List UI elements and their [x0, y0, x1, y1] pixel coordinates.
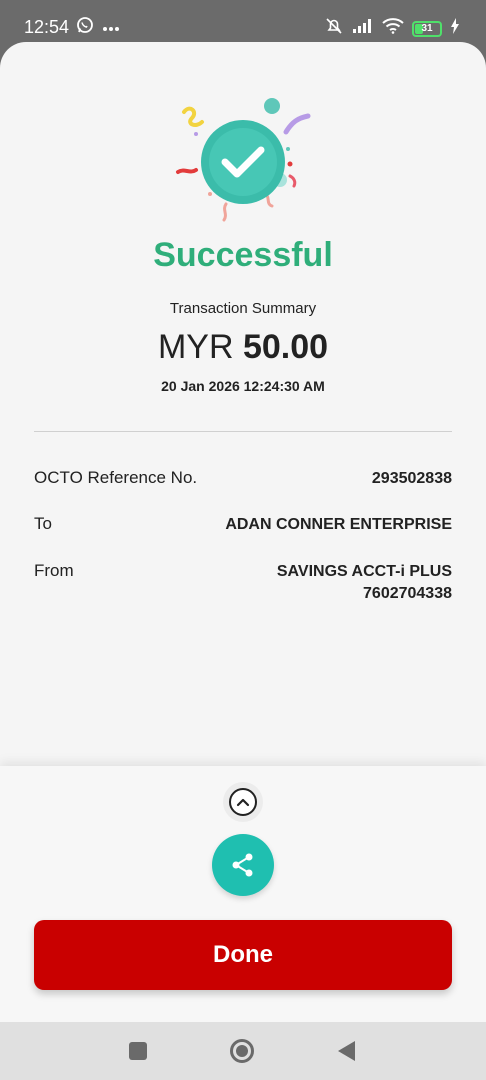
share-button[interactable] [212, 834, 274, 896]
detail-value: ADAN CONNER ENTERPRISE [225, 516, 452, 533]
charging-icon [450, 18, 460, 39]
navigation-bar [0, 1022, 486, 1080]
wifi-icon [382, 18, 404, 39]
transaction-datetime: 20 Jan 2026 12:24:30 AM [161, 378, 325, 394]
recent-apps-button[interactable] [129, 1042, 147, 1060]
detail-label: OCTO Reference No. [34, 468, 198, 487]
more-icon [102, 19, 120, 37]
signal-icon [352, 18, 374, 39]
home-button[interactable] [230, 1039, 254, 1063]
status-title: Successful [153, 236, 333, 274]
transaction-amount: MYR 50.00 [0, 328, 486, 367]
amount-currency: MYR [157, 328, 234, 366]
detail-value: SAVINGS ACCT-i PLUS [276, 563, 452, 580]
divider [34, 431, 452, 432]
done-button[interactable]: Done [34, 920, 452, 990]
whatsapp-icon [76, 16, 94, 39]
chevron-up-icon [229, 788, 257, 816]
detail-label: To [34, 514, 52, 533]
detail-label: From [34, 561, 74, 580]
share-icon [232, 853, 253, 877]
detail-value: 293502838 [371, 470, 452, 487]
home-icon [236, 1045, 248, 1057]
summary-label: Transaction Summary [169, 300, 317, 317]
action-panel: Done [0, 766, 486, 1022]
mute-icon [324, 16, 344, 41]
detail-value-account: 7602704338 [363, 585, 452, 602]
amount-value: 50.00 [242, 328, 329, 366]
battery-icon: 31 [412, 20, 442, 37]
battery-level: 31 [421, 23, 433, 34]
success-check-icon [176, 98, 311, 222]
transaction-result-sheet: Successful Transaction Summary MYR 50.00… [0, 42, 486, 1022]
back-button[interactable] [338, 1041, 355, 1061]
status-time: 12:54 [24, 17, 70, 37]
expand-button[interactable] [223, 782, 263, 822]
